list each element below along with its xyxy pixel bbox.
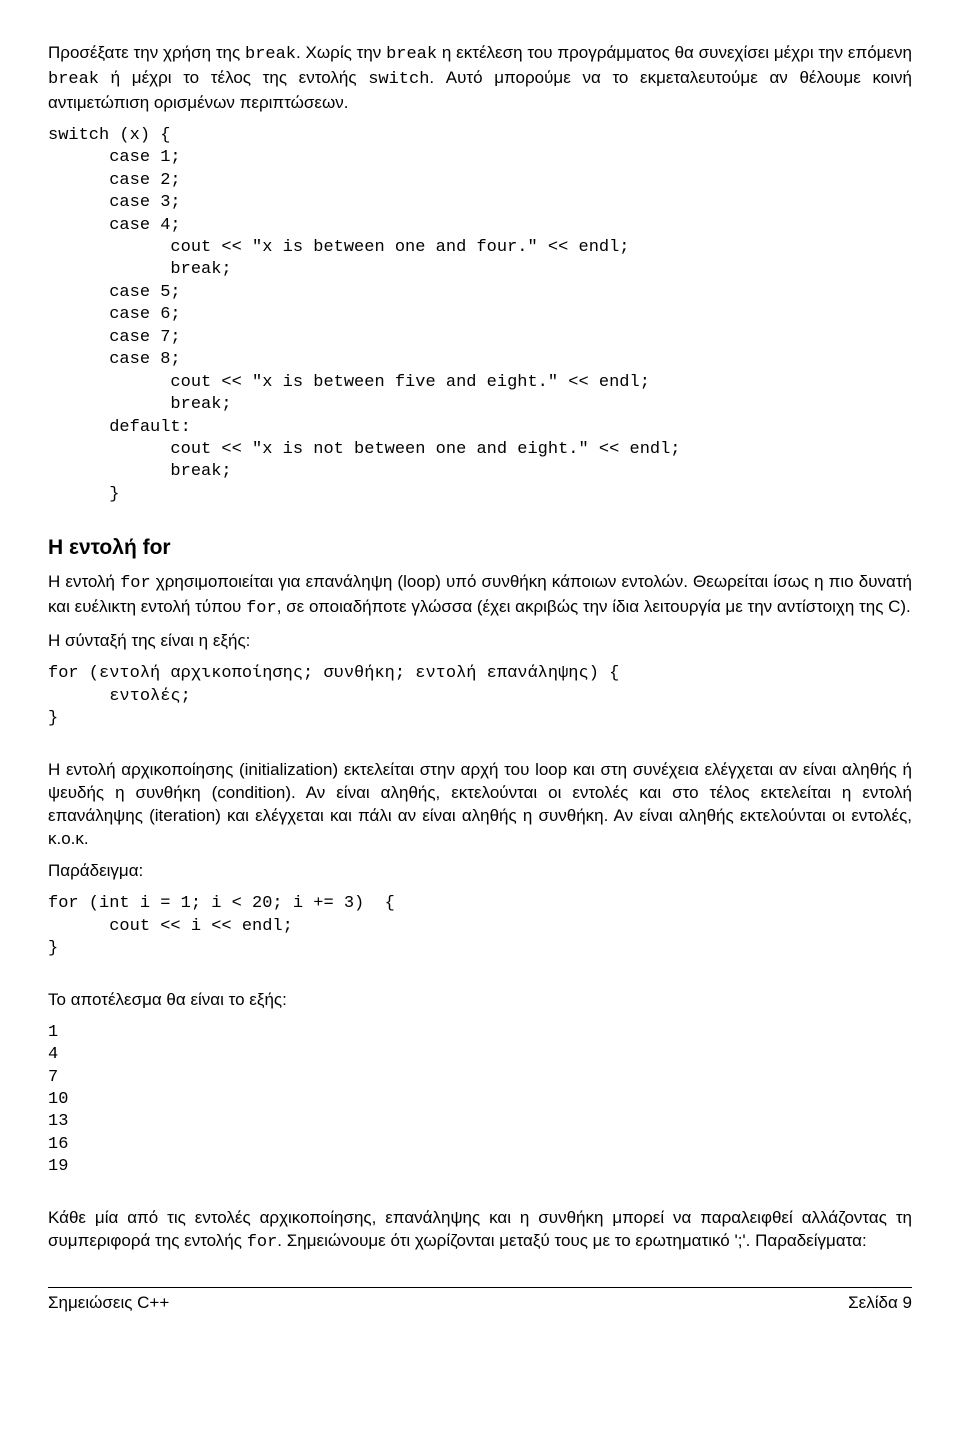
for-paragraph-explain: Η εντολή αρχικοποίησης (initialization) … xyxy=(48,759,912,851)
footer-left: Σημειώσεις C++ xyxy=(48,1292,169,1315)
text: Η εντολή xyxy=(48,572,120,591)
code-inline: switch xyxy=(368,70,429,89)
text: ή μέχρι το τέλος της εντολής xyxy=(99,68,368,87)
text: . Χωρίς την xyxy=(296,43,386,62)
code-block-switch: switch (x) { case 1; case 2; case 3; cas… xyxy=(48,125,912,506)
for-paragraph-result-label: Το αποτέλεσμα θα είναι το εξής: xyxy=(48,989,912,1012)
intro-paragraph: Προσέξατε την χρήση της break. Χωρίς την… xyxy=(48,42,912,115)
text: . Σημειώνουμε ότι χωρίζονται μεταξύ τους… xyxy=(277,1231,866,1250)
text: η εκτέλεση του προγράμματος θα συνεχίσει… xyxy=(437,43,912,62)
code-inline: for xyxy=(120,574,151,593)
section-heading-for: Η εντολή for xyxy=(48,534,912,562)
code-inline: break xyxy=(386,45,437,64)
text: , σε οποιαδήποτε γλώσσα (έχει ακριβώς τη… xyxy=(277,597,911,616)
for-paragraph-1: Η εντολή for χρησιμοποιείται για επανάλη… xyxy=(48,571,912,621)
text: Προσέξατε την χρήση της xyxy=(48,43,245,62)
code-inline: for xyxy=(246,599,277,618)
code-block-for-syntax: for (εντολή αρχικοποίησης; συνθήκη; εντο… xyxy=(48,663,912,730)
code-block-for-output: 1 4 7 10 13 16 19 xyxy=(48,1022,912,1179)
code-inline: break xyxy=(245,45,296,64)
code-block-for-example: for (int i = 1; i < 20; i += 3) { cout <… xyxy=(48,893,912,960)
for-paragraph-omit: Κάθε μία από τις εντολές αρχικοποίησης, … xyxy=(48,1207,912,1255)
for-paragraph-syntax-label: Η σύνταξή της είναι η εξής: xyxy=(48,630,912,653)
for-paragraph-example-label: Παράδειγμα: xyxy=(48,860,912,883)
code-inline: break xyxy=(48,70,99,89)
code-inline: for xyxy=(247,1233,278,1252)
page-footer: Σημειώσεις C++ Σελίδα 9 xyxy=(48,1287,912,1315)
footer-right: Σελίδα 9 xyxy=(848,1292,912,1315)
